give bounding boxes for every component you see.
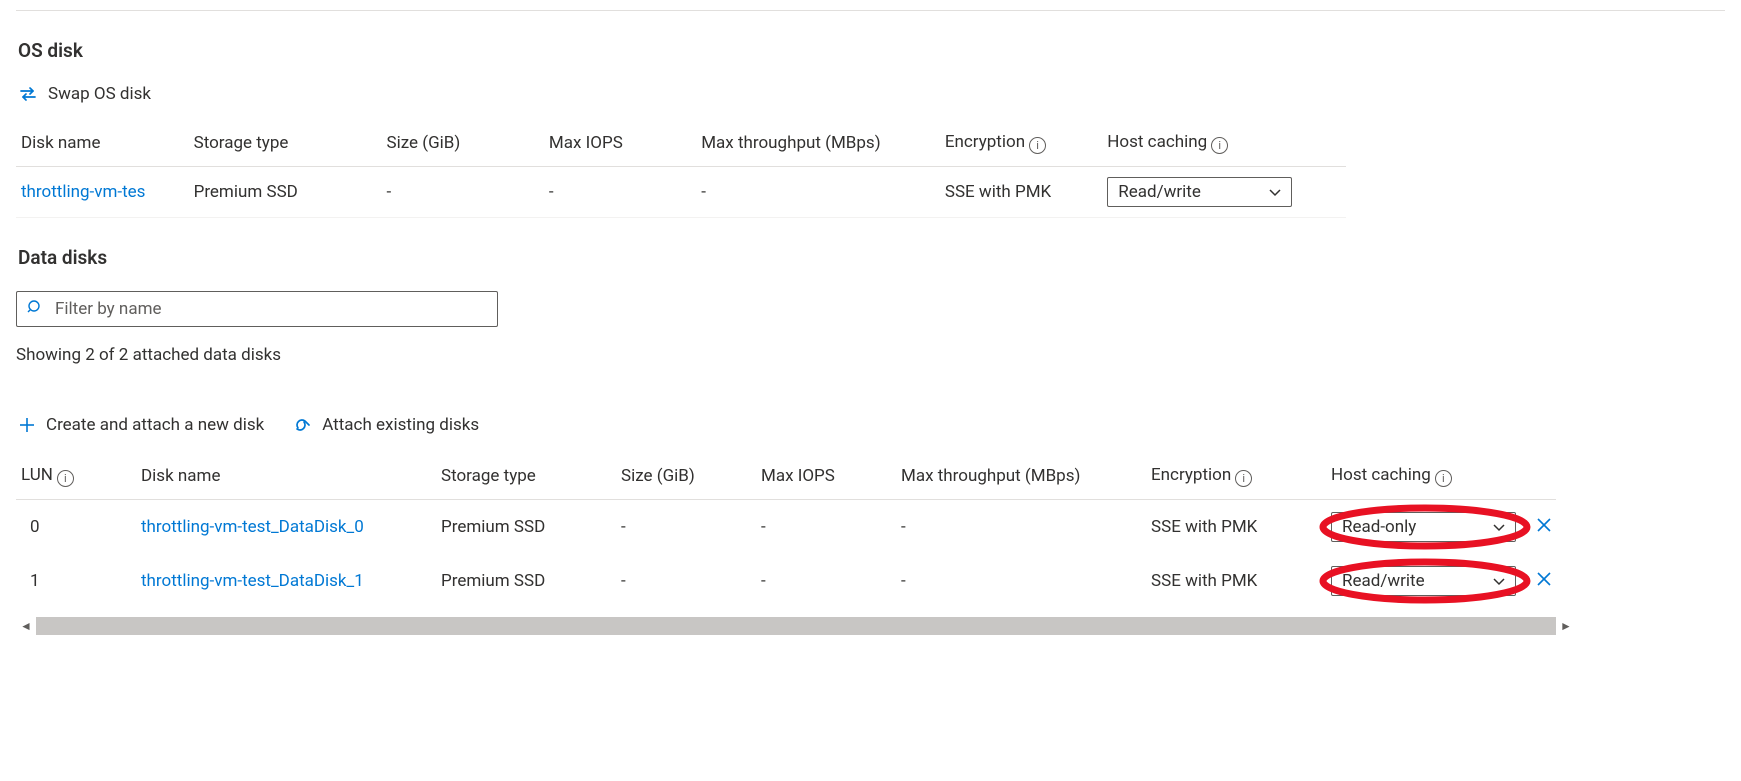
- encryption-value: SSE with PMK: [1146, 500, 1326, 555]
- os-disk-name-link[interactable]: throttling-vm-tes: [21, 182, 145, 202]
- swap-icon: [18, 85, 38, 103]
- col-disk-name: Disk name: [16, 124, 189, 167]
- os-disk-host-caching-select[interactable]: Read/write: [1107, 177, 1292, 207]
- storage-type-value: Premium SSD: [436, 500, 616, 555]
- chevron-down-icon: [1493, 517, 1505, 537]
- plus-icon: [18, 416, 36, 434]
- create-attach-label: Create and attach a new disk: [46, 415, 264, 435]
- data-disk-name-link[interactable]: throttling-vm-test_DataDisk_0: [141, 517, 364, 537]
- col-storage-type: Storage type: [436, 457, 616, 500]
- dropdown-value: Read/write: [1118, 182, 1201, 202]
- col-max-iops: Max IOPS: [756, 457, 896, 500]
- swap-os-disk-button[interactable]: Swap OS disk: [18, 84, 151, 104]
- detach-disk-button[interactable]: [1531, 569, 1557, 594]
- info-icon[interactable]: i: [57, 470, 74, 487]
- data-disks-status: Showing 2 of 2 attached data disks: [16, 345, 1725, 365]
- data-disk-host-caching-select[interactable]: Read/write: [1331, 566, 1516, 596]
- storage-type-value: Premium SSD: [436, 554, 616, 608]
- lun-value: 1: [16, 554, 136, 608]
- filter-by-name-input[interactable]: [53, 298, 487, 320]
- info-icon[interactable]: i: [1211, 137, 1228, 154]
- info-icon[interactable]: i: [1435, 470, 1452, 487]
- chevron-down-icon: [1493, 571, 1505, 591]
- col-encryption: Encryptioni: [940, 124, 1102, 167]
- encryption-value: SSE with PMK: [1146, 554, 1326, 608]
- os-disk-encryption: SSE with PMK: [940, 167, 1102, 218]
- col-encryption: Encryptioni: [1146, 457, 1326, 500]
- data-disks-header-row: LUNi Disk name Storage type Size (GiB) M…: [16, 457, 1556, 500]
- data-disks-heading: Data disks: [18, 246, 1725, 269]
- col-disk-name: Disk name: [136, 457, 436, 500]
- data-disk-name-link[interactable]: throttling-vm-test_DataDisk_1: [141, 571, 364, 591]
- chevron-down-icon: [1269, 182, 1281, 202]
- os-disk-heading: OS disk: [18, 39, 1725, 62]
- filter-by-name-input-wrap[interactable]: [16, 291, 498, 327]
- max-tp-value: -: [896, 500, 1146, 555]
- detach-disk-button[interactable]: [1531, 515, 1557, 540]
- search-icon: [27, 299, 43, 320]
- max-iops-value: -: [756, 500, 896, 555]
- dropdown-value: Read/write: [1342, 571, 1425, 591]
- lun-value: 0: [16, 500, 136, 555]
- attach-existing-disks-button[interactable]: Attach existing disks: [292, 415, 479, 435]
- col-size: Size (GiB): [616, 457, 756, 500]
- horizontal-scrollbar[interactable]: ◄ ►: [16, 616, 1576, 636]
- size-value: -: [616, 554, 756, 608]
- os-disk-table: Disk name Storage type Size (GiB) Max IO…: [16, 124, 1346, 218]
- data-disk-row: 0 throttling-vm-test_DataDisk_0 Premium …: [16, 500, 1556, 555]
- swap-os-disk-label: Swap OS disk: [48, 84, 151, 104]
- col-max-tp: Max throughput (MBps): [696, 124, 940, 167]
- data-disk-host-caching-select[interactable]: Read-only: [1331, 512, 1516, 542]
- col-max-iops: Max IOPS: [544, 124, 696, 167]
- size-value: -: [616, 500, 756, 555]
- data-disks-table: LUNi Disk name Storage type Size (GiB) M…: [16, 457, 1556, 608]
- scroll-right-arrow[interactable]: ►: [1556, 616, 1576, 636]
- create-attach-new-disk-button[interactable]: Create and attach a new disk: [18, 415, 264, 435]
- col-host-caching: Host cachingi: [1102, 124, 1346, 167]
- col-lun: LUNi: [16, 457, 136, 500]
- os-disk-max-tp: -: [696, 167, 940, 218]
- info-icon[interactable]: i: [1235, 470, 1252, 487]
- attach-icon: [292, 416, 312, 434]
- scroll-left-arrow[interactable]: ◄: [16, 616, 36, 636]
- dropdown-value: Read-only: [1342, 517, 1416, 537]
- col-max-tp: Max throughput (MBps): [896, 457, 1146, 500]
- attach-existing-label: Attach existing disks: [322, 415, 479, 435]
- os-disk-header-row: Disk name Storage type Size (GiB) Max IO…: [16, 124, 1346, 167]
- max-tp-value: -: [896, 554, 1146, 608]
- os-disk-size: -: [381, 167, 543, 218]
- scrollbar-track[interactable]: [36, 617, 1556, 635]
- info-icon[interactable]: i: [1029, 137, 1046, 154]
- max-iops-value: -: [756, 554, 896, 608]
- data-disk-row: 1 throttling-vm-test_DataDisk_1 Premium …: [16, 554, 1556, 608]
- os-disk-row: throttling-vm-tes Premium SSD - - - SSE …: [16, 167, 1346, 218]
- os-disk-storage-type: Premium SSD: [189, 167, 382, 218]
- col-size: Size (GiB): [381, 124, 543, 167]
- col-storage-type: Storage type: [189, 124, 382, 167]
- os-disk-max-iops: -: [544, 167, 696, 218]
- col-host-caching: Host cachingi: [1326, 457, 1526, 500]
- top-divider: [16, 10, 1725, 11]
